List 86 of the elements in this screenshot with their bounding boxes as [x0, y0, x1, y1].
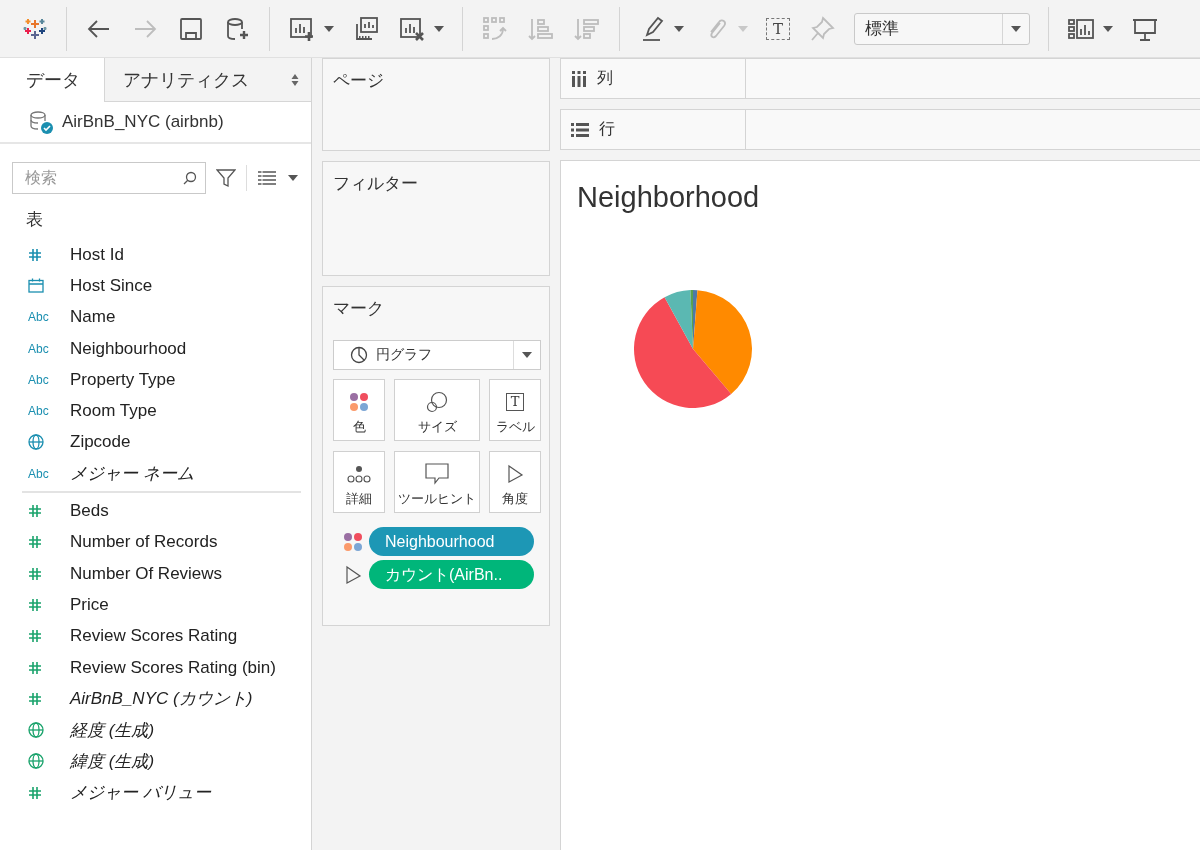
field-item[interactable]: Number Of Reviews: [0, 557, 311, 590]
string-type-icon: Abc: [28, 466, 49, 481]
pie-slice[interactable]: [664, 290, 693, 349]
up-down-icon[interactable]: [291, 73, 299, 87]
pie-slice[interactable]: [693, 290, 752, 394]
sheet-title: Neighborhood: [576, 180, 760, 214]
columns-icon: [571, 70, 587, 87]
caret-icon: [1010, 24, 1022, 33]
string-type-icon: Abc: [28, 341, 49, 356]
hash-icon: [28, 597, 42, 612]
mark-property-button[interactable]: 角度: [489, 451, 541, 513]
rows-shelf[interactable]: 行: [560, 109, 1200, 150]
filter-icon[interactable]: [216, 168, 236, 188]
search-icon: [183, 171, 197, 185]
filters-shelf[interactable]: フィルター: [322, 161, 550, 276]
caret-icon[interactable]: [324, 25, 334, 32]
field-item[interactable]: 緯度 (生成): [0, 745, 311, 778]
field-item[interactable]: Abc メジャー ネーム: [0, 458, 311, 490]
pages-shelf[interactable]: ページ: [322, 58, 550, 151]
data-source-name[interactable]: AirBnB_NYC (airbnb): [62, 112, 224, 132]
string-type-icon: Abc: [28, 372, 49, 387]
shelf-label: 行: [599, 119, 615, 139]
data-source-icon: [28, 109, 54, 135]
calendar-icon: [28, 278, 44, 294]
field-item[interactable]: Abc Room Type: [0, 395, 311, 427]
mark-property-button[interactable]: 詳細: [333, 451, 385, 513]
caret-icon[interactable]: [674, 25, 684, 32]
field-item[interactable]: AirBnB_NYC (カウント): [0, 683, 311, 715]
speech-bubble-icon: [425, 463, 449, 485]
hash-icon: [28, 535, 42, 550]
text-box-icon[interactable]: T: [766, 17, 790, 40]
pane-tab[interactable]: アナリティクス: [104, 58, 311, 102]
field-item[interactable]: Zipcode: [0, 426, 311, 459]
pie-icon: [350, 346, 368, 364]
field-item[interactable]: Review Scores Rating (bin): [0, 651, 311, 684]
field-item[interactable]: メジャー バリュー: [0, 777, 311, 809]
angle-icon: [506, 464, 524, 484]
fit-dropdown[interactable]: 標準: [854, 12, 1030, 45]
search-field[interactable]: 検索: [12, 162, 206, 194]
hash-icon: [28, 785, 42, 800]
hash-icon: [28, 566, 42, 581]
globe-icon: [28, 434, 44, 451]
field-item[interactable]: Abc Name: [0, 301, 311, 333]
field-item[interactable]: Review Scores Rating: [0, 620, 311, 652]
shelf-label: 列: [597, 68, 613, 88]
caret-icon[interactable]: [1103, 25, 1113, 32]
hash-icon: [28, 629, 42, 644]
color-dots-icon: [349, 392, 369, 412]
string-type-icon: Abc: [28, 404, 49, 419]
color-dots-icon: [343, 531, 363, 552]
angle-icon: [343, 564, 363, 585]
rows-icon: [571, 121, 589, 138]
mark-type-dropdown[interactable]: 円グラフ: [333, 340, 541, 370]
field-item[interactable]: 経度 (生成): [0, 714, 311, 746]
columns-shelf[interactable]: 列: [560, 58, 1200, 99]
marks-title: マーク: [333, 298, 384, 320]
mark-property-button[interactable]: T ラベル: [489, 379, 541, 441]
field-item[interactable]: Price: [0, 589, 311, 621]
string-type-icon: Abc: [28, 310, 49, 325]
pie-slice[interactable]: [634, 297, 732, 408]
shelf-title: ページ: [333, 70, 384, 92]
list-view-icon[interactable]: [257, 171, 277, 185]
pane-tab[interactable]: データ: [0, 58, 104, 102]
caret-icon[interactable]: [287, 174, 299, 182]
field-item[interactable]: Number of Records: [0, 526, 311, 558]
hash-icon: [28, 691, 42, 706]
text-box-icon: T: [505, 393, 525, 411]
globe-icon: [28, 753, 44, 770]
circles-icon: [426, 391, 448, 413]
dots-icon: [347, 464, 371, 484]
field-item[interactable]: Abc Neighbourhood: [0, 332, 311, 365]
mark-property-button[interactable]: サイズ: [394, 379, 480, 441]
hash-icon: [28, 247, 42, 262]
field-item[interactable]: Host Since: [0, 270, 311, 302]
mark-property-button[interactable]: 色: [333, 379, 385, 441]
mark-property-button[interactable]: ツールヒント: [394, 451, 480, 513]
field-item[interactable]: Host Id: [0, 239, 311, 271]
hash-icon: [28, 504, 42, 518]
shelf-title: フィルター: [333, 173, 418, 195]
field-item[interactable]: Beds: [0, 495, 311, 527]
caret-icon: [521, 351, 533, 359]
caret-icon[interactable]: [434, 25, 444, 32]
globe-icon: [28, 722, 44, 739]
field-item[interactable]: Abc Property Type: [0, 364, 311, 396]
table-heading: 表: [25, 209, 44, 231]
hash-icon: [28, 660, 42, 675]
